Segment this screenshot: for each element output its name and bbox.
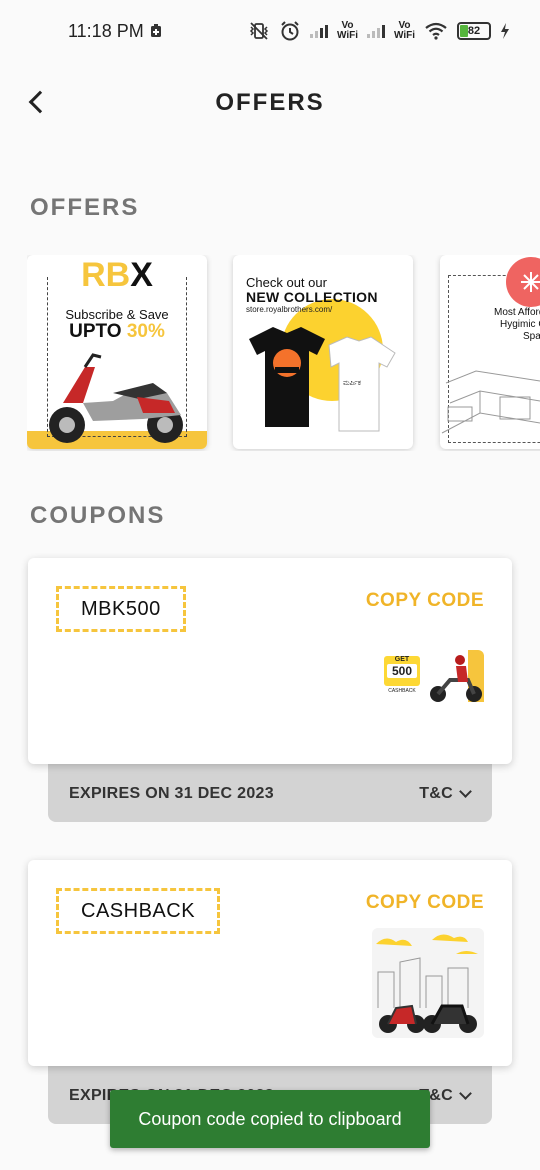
coupon-footer: EXPIRES ON 31 DEC 2023 T&C [48,758,492,822]
status-time-group: 11:18 PM [68,21,162,42]
status-icons: Vo WiFi Vo WiFi 82 [248,20,510,42]
vowifi-badge-2: Vo WiFi [393,20,415,41]
tnc-toggle[interactable]: T&C [419,785,472,803]
star-logo-icon [521,272,540,292]
vowifi-badge-1: Vo WiFi [336,20,358,41]
clipboard-toast: Coupon code copied to clipboard [110,1090,430,1148]
offer-card-collection-line2: NEW COLLECTION [246,289,378,305]
page-title: OFFERS [215,89,325,116]
tshirts-illustration: ಮರ್ಪಿಕ [249,327,396,432]
offers-carousel[interactable]: RBX Subscribe & Save UPTO 30% Check out … [27,255,540,451]
chevron-left-icon [28,90,52,114]
copy-code-button[interactable]: COPY CODE [366,590,484,612]
copy-code-button[interactable]: COPY CODE [366,892,484,914]
chevron-down-icon [459,785,472,798]
offer-card-space-line1: Most Afford [494,307,540,318]
coupon-promo-image: GET 500 CASHBACK [384,650,484,712]
cashback-label: CASHBACK [388,688,416,694]
offer-card-collection-url: store.royalbrothers.com/ [246,305,333,314]
coupon-card: CASHBACK COPY CODE [28,860,512,1066]
offer-card-rbx-line1: Subscribe & Save [65,307,169,322]
status-bar: 11:18 PM Vo WiFi Vo WiFi 82 [0,0,540,62]
offer-card-collection-line1: Check out our [246,275,327,290]
coupon-code: MBK500 [56,586,186,632]
vibrate-icon [249,22,269,40]
room-sketch-illustration [441,370,540,434]
scooter-illustration [49,353,183,443]
wifi-icon [425,22,447,40]
coupons-section-title: COUPONS [30,502,166,529]
status-time: 11:18 PM [68,20,144,41]
chevron-down-icon [459,1087,472,1100]
signal-icon-sim2 [366,24,385,38]
offer-card-rbx-line2: UPTO 30% [69,321,165,342]
offer-card-rbx[interactable]: RBX Subscribe & Save UPTO 30% [27,255,207,449]
offers-section-title: OFFERS [30,194,140,221]
motorbike-rider-illustration [430,655,482,702]
app-header: OFFERS [0,70,540,136]
bikes-city-illustration [376,934,478,1033]
charging-icon [501,23,509,39]
alarm-icon [281,21,299,41]
coupon-item: EXPIRES ON 31 DEC 2023 T&C MBK500 COPY C… [28,558,512,826]
battery-level: 82 [467,25,481,37]
offer-card-space[interactable]: Most Afford Hygimic Co Space [440,255,540,449]
coupon-card: MBK500 COPY CODE GET 500 CASHBACK [28,558,512,764]
offer-card-space-line3: Space [523,331,540,342]
coupon-promo-image [372,928,484,1038]
offer-card-collection[interactable]: Check out our NEW COLLECTION store.royal… [233,255,413,449]
offers-screen: 11:18 PM Vo WiFi Vo WiFi 82 OFFERS OFFERS … [0,0,540,1170]
battery-icon: 82 [457,22,491,40]
cashback-badge: GET 500 [384,656,420,686]
coupon-code: CASHBACK [56,888,221,934]
tnc-label: T&C [419,785,453,802]
battery-saver-icon [150,24,161,37]
offer-card-space-line2: Hygimic Co [500,319,540,330]
tshirt-print-text: ಮರ್ಪಿಕ [343,380,361,387]
signal-icon-sim1 [309,24,328,38]
coupon-expiry: EXPIRES ON 31 DEC 2023 [69,785,274,802]
rbx-logo: RBX [81,256,153,294]
back-button[interactable] [22,84,52,120]
coupon-item: EXPIRES ON 31 DEC 2023 T&C CASHBACK COPY… [28,860,512,1128]
